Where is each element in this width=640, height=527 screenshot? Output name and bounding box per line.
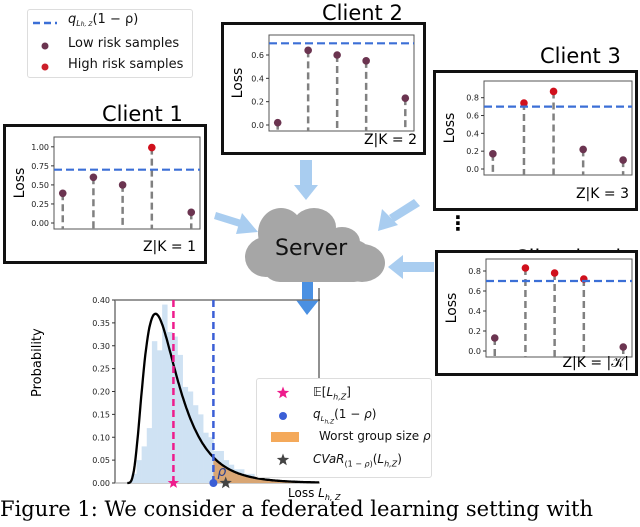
cvar-star-icon xyxy=(276,453,290,466)
arrow-client-3-to-server xyxy=(378,199,420,231)
y-tick-label: 0.20 xyxy=(92,388,110,397)
y-tick-label: 0.10 xyxy=(92,433,110,442)
y-tick-label: 0.40 xyxy=(92,296,110,305)
histogram-bar xyxy=(203,432,209,483)
y-tick-label: 0.15 xyxy=(92,410,110,419)
mean-star-icon xyxy=(276,386,290,399)
histogram-bar xyxy=(187,391,194,483)
legend-worst-group-label: Worst group size ρ xyxy=(319,429,431,443)
histogram-bar xyxy=(198,414,204,483)
quantile-dot-icon xyxy=(279,412,287,420)
arrow-client-2-to-server xyxy=(294,160,318,200)
dist-legend-markers xyxy=(271,386,299,466)
figure-caption: Figure 1: We consider a federated learni… xyxy=(0,497,593,521)
y-tick-label: 0.25 xyxy=(92,365,110,374)
y-tick-label: 0.35 xyxy=(92,319,110,328)
y-tick-label: 0.05 xyxy=(92,456,110,465)
histogram-bar xyxy=(141,446,148,483)
worst-group-patch-icon xyxy=(271,432,299,442)
histogram-bar xyxy=(177,354,183,483)
y-tick-label: 0.30 xyxy=(92,342,110,351)
histogram-bar xyxy=(192,405,199,483)
histogram-bar xyxy=(136,460,142,483)
rho-label: ρ xyxy=(217,464,226,480)
quantile-dot-marker xyxy=(209,479,218,487)
histogram-bar xyxy=(146,428,153,483)
arrow-client-k-to-server xyxy=(388,255,434,279)
dist-ylabel: Probability xyxy=(30,328,45,397)
arrow-client-1-to-server xyxy=(214,212,258,234)
legend-quantile-label: qLh,Z(1 − ρ) xyxy=(313,407,377,426)
distribution-legend: 𝔼[Lh,Z] qLh,Z(1 − ρ) Worst group size ρ … xyxy=(256,378,432,478)
histogram-bar xyxy=(157,350,163,483)
server-label: Server xyxy=(275,236,348,261)
legend-cvar-label: CVaR(1 − ρ)(Lh,Z) xyxy=(313,452,402,469)
histogram-bar xyxy=(151,341,158,483)
y-tick-label: 0.00 xyxy=(92,479,110,488)
legend-mean-label: 𝔼[Lh,Z] xyxy=(313,385,351,402)
